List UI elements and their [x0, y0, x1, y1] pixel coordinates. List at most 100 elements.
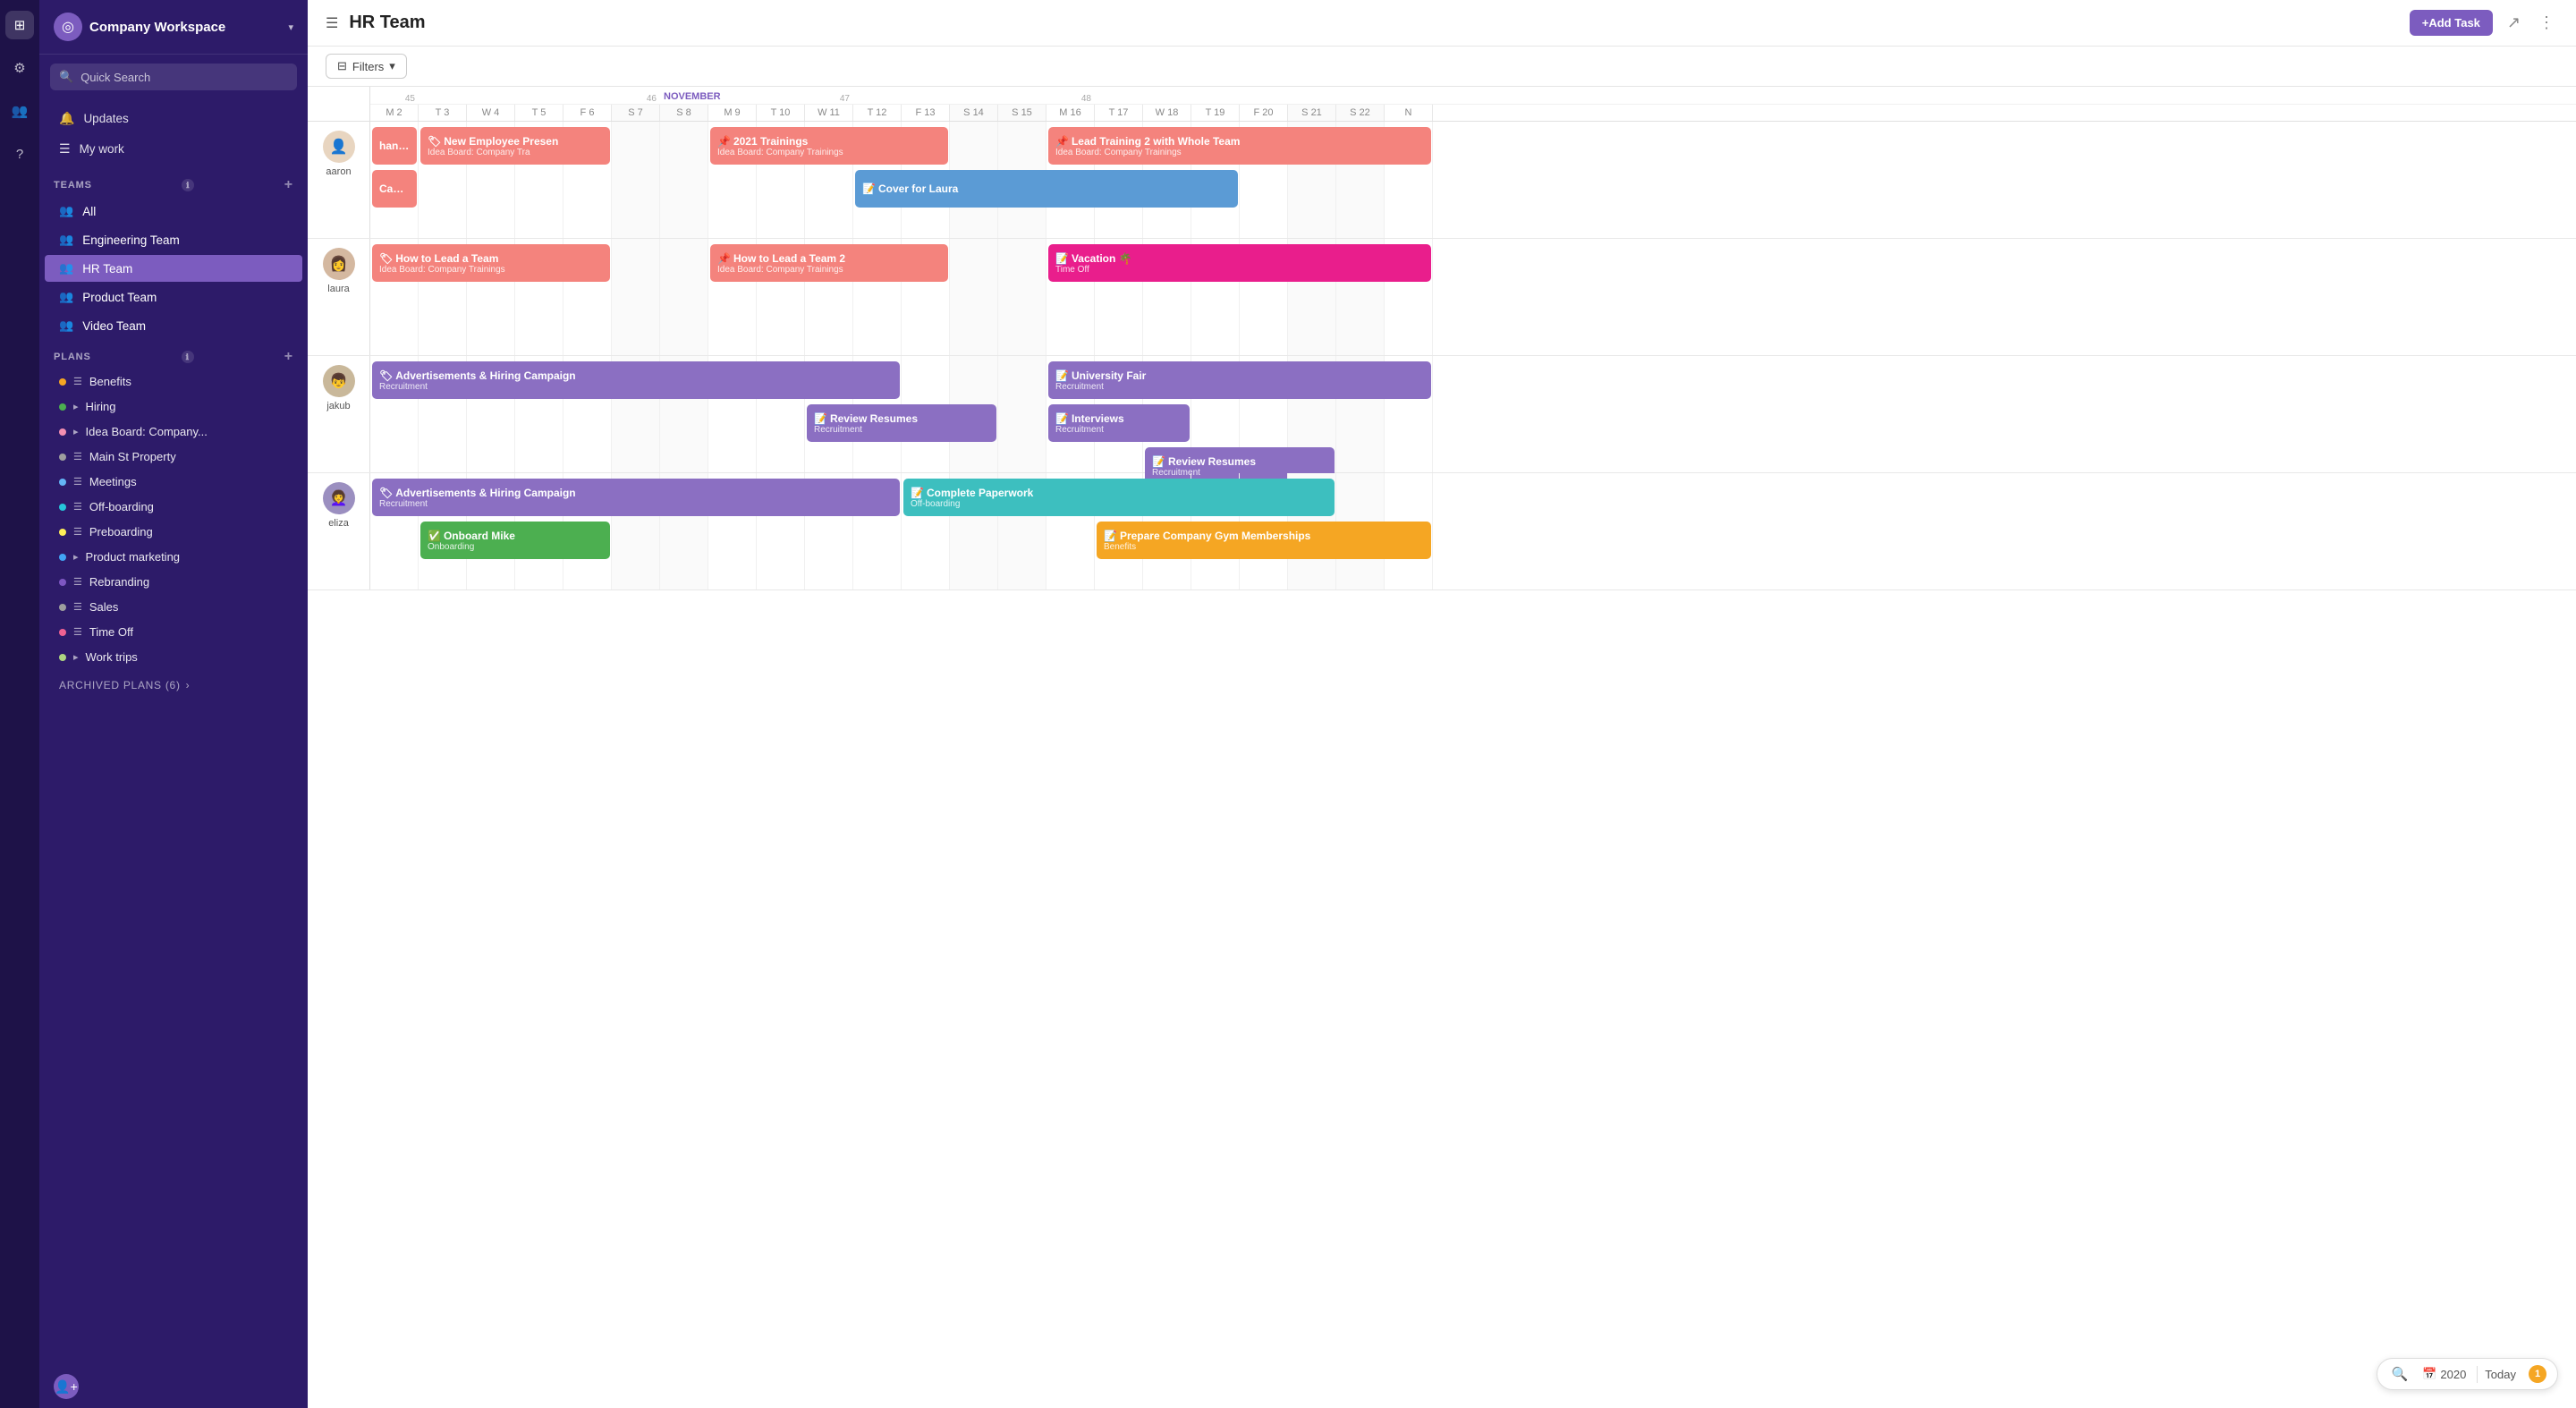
sidebar-item-mywork[interactable]: ☰ My work [45, 134, 302, 164]
sidebar-item-engineering[interactable]: 👥 Engineering Team [45, 226, 302, 253]
more-options-button[interactable]: ⋮ [2535, 10, 2558, 36]
teams-add-button[interactable]: + [284, 177, 293, 193]
sidebar-item-preboarding[interactable]: ☰ Preboarding [45, 520, 302, 544]
event-sub-e4: Idea Board: Company Trainings [1055, 148, 1424, 157]
plan-dot-sales [59, 604, 66, 611]
event-e8[interactable]: 📌How to Lead a Team 2 Idea Board: Compan… [710, 244, 948, 282]
event-e17[interactable]: ✅Onboard Mike Onboarding [420, 522, 610, 559]
person-label-jakub: 👦 jakub [308, 356, 370, 472]
year-selector[interactable]: 📅 2020 [2417, 1367, 2471, 1381]
event-title-e11: 📝University Fair [1055, 369, 1424, 382]
more-icon: ⋮ [2538, 13, 2555, 31]
day-f13: F 13 [902, 105, 950, 121]
menu-icon[interactable]: ☰ [326, 14, 338, 32]
team-icon[interactable]: 👥 [5, 97, 34, 125]
filters-button[interactable]: ⊟ Filters ▾ [326, 54, 407, 79]
sidebar-item-offboarding[interactable]: ☰ Off-boarding [45, 495, 302, 519]
plan-rows-icon: ☰ [73, 376, 82, 387]
event-icon-e2: 🏷 [428, 135, 441, 148]
sidebar-item-video[interactable]: 👥 Video Team [45, 312, 302, 339]
event-e10[interactable]: 🏷Advertisements & Hiring Campaign Recrui… [372, 361, 900, 399]
event-e13[interactable]: 📝Interviews Recruitment [1048, 404, 1190, 442]
help-icon[interactable]: ? [5, 140, 34, 168]
archived-plans[interactable]: ARCHIVED PLANS (6) › [45, 672, 302, 699]
plans-add-button[interactable]: + [284, 349, 293, 365]
event-e1[interactable]: handbook [372, 127, 417, 165]
calendar-wrapper[interactable]: 45 46 NOVEMBER 47 [308, 87, 2576, 1408]
settings-icon[interactable]: ⚙ [5, 54, 34, 82]
person-name-jakub: jakub [326, 401, 350, 411]
sidebar-item-benefits[interactable]: ☰ Benefits [45, 369, 302, 394]
plan-arrow-icon: ▸ [73, 651, 79, 663]
event-e18[interactable]: 📝Prepare Company Gym Memberships Benefit… [1097, 522, 1431, 559]
quick-search[interactable]: 🔍 Quick Search [50, 64, 297, 90]
event-icon-e4: 📌 [1055, 135, 1069, 148]
week-46: 46 [612, 94, 660, 104]
sidebar-item-meetings[interactable]: ☰ Meetings [45, 470, 302, 494]
event-e2[interactable]: 🏷New Employee Presen Idea Board: Company… [420, 127, 610, 165]
zoom-button[interactable]: 🔍 [2388, 1364, 2412, 1384]
day-s8: S 8 [660, 105, 708, 121]
sidebar-item-hr[interactable]: 👥 HR Team [45, 255, 302, 282]
plan-dot-benefits [59, 378, 66, 386]
sidebar-item-all[interactable]: 👥 All [45, 198, 302, 225]
event-e9[interactable]: 📝Vacation 🌴 Time Off [1048, 244, 1431, 282]
day-s15: S 15 [998, 105, 1046, 121]
workspace-chevron-icon: ▾ [288, 21, 293, 33]
sidebar-item-work-trips[interactable]: ▸ Work trips [45, 645, 302, 669]
today-button[interactable]: Today [2477, 1366, 2523, 1383]
event-title-e1: handbook [379, 140, 410, 152]
avatar-jakub: 👦 [323, 365, 355, 397]
avatar-aaron: 👤 [323, 131, 355, 163]
event-e5[interactable]: Campus [372, 170, 417, 208]
day-w11: W 11 [805, 105, 853, 121]
plan-dot-hiring [59, 403, 66, 411]
sidebar-item-updates[interactable]: 🔔 Updates [45, 104, 302, 133]
week-48: 48 [1046, 94, 1095, 104]
event-title-e17: ✅Onboard Mike [428, 530, 603, 542]
sidebar-item-time-off[interactable]: ☰ Time Off [45, 620, 302, 644]
event-e7[interactable]: 🏷How to Lead a Team Idea Board: Company … [372, 244, 610, 282]
person-name-laura: laura [327, 284, 349, 294]
home-icon[interactable]: ⊞ [5, 11, 34, 39]
event-e15[interactable]: 🏷Advertisements & Hiring Campaign Recrui… [372, 479, 900, 516]
day-bg-col-6 [660, 239, 708, 355]
events-container-eliza: 🏷Advertisements & Hiring Campaign Recrui… [370, 473, 2576, 589]
day-m2: M 2 [370, 105, 419, 121]
event-e16[interactable]: 📝Complete Paperwork Off-boarding [903, 479, 1335, 516]
main-content: ☰ HR Team +Add Task ↗ ⋮ ⊟ Filters ▾ [308, 0, 2576, 1408]
event-e11[interactable]: 📝University Fair Recruitment [1048, 361, 1431, 399]
plans-section-header: PLANS ℹ + [39, 340, 308, 369]
plan-rows-icon: ☰ [73, 526, 82, 538]
event-title-e18: 📝Prepare Company Gym Memberships [1104, 530, 1424, 542]
sidebar-item-product-marketing[interactable]: ▸ Product marketing [45, 545, 302, 569]
plans-info-icon[interactable]: ℹ [182, 351, 194, 363]
event-sub-e7: Idea Board: Company Trainings [379, 265, 603, 275]
add-member-button[interactable]: 👤+ [54, 1374, 79, 1399]
teams-info-icon[interactable]: ℹ [182, 179, 194, 191]
sidebar-item-sales[interactable]: ☰ Sales [45, 595, 302, 619]
event-e4[interactable]: 📌Lead Training 2 with Whole Team Idea Bo… [1048, 127, 1431, 165]
sidebar-header[interactable]: ◎ Company Workspace ▾ [39, 0, 308, 55]
event-sub-e18: Benefits [1104, 542, 1424, 552]
event-e12[interactable]: 📝Review Resumes Recruitment [807, 404, 996, 442]
event-title-e8: 📌How to Lead a Team 2 [717, 252, 941, 265]
sidebar-item-product[interactable]: 👥 Product Team [45, 284, 302, 310]
mywork-label: My work [80, 142, 124, 156]
sidebar-item-main-st[interactable]: ☰ Main St Property [45, 445, 302, 469]
sidebar-item-hiring[interactable]: ▸ Hiring [45, 394, 302, 419]
day-s21: S 21 [1288, 105, 1336, 121]
notification-badge[interactable]: 1 [2529, 1365, 2546, 1383]
add-task-button[interactable]: +Add Task [2410, 10, 2493, 36]
day-m9: M 9 [708, 105, 757, 121]
filter-icon: ⊟ [337, 59, 347, 73]
sidebar-item-rebranding[interactable]: ☰ Rebranding [45, 570, 302, 594]
sidebar-item-idea-board[interactable]: ▸ Idea Board: Company... [45, 420, 302, 444]
event-e3[interactable]: 📌2021 Trainings Idea Board: Company Trai… [710, 127, 948, 165]
header-spacer [308, 87, 370, 121]
share-button[interactable]: ↗ [2504, 10, 2524, 36]
filter-chevron-icon: ▾ [389, 59, 395, 73]
event-e6[interactable]: 📝Cover for Laura [855, 170, 1238, 208]
event-title-e16: 📝Complete Paperwork [911, 487, 1327, 499]
archived-chevron-icon: › [186, 679, 191, 691]
